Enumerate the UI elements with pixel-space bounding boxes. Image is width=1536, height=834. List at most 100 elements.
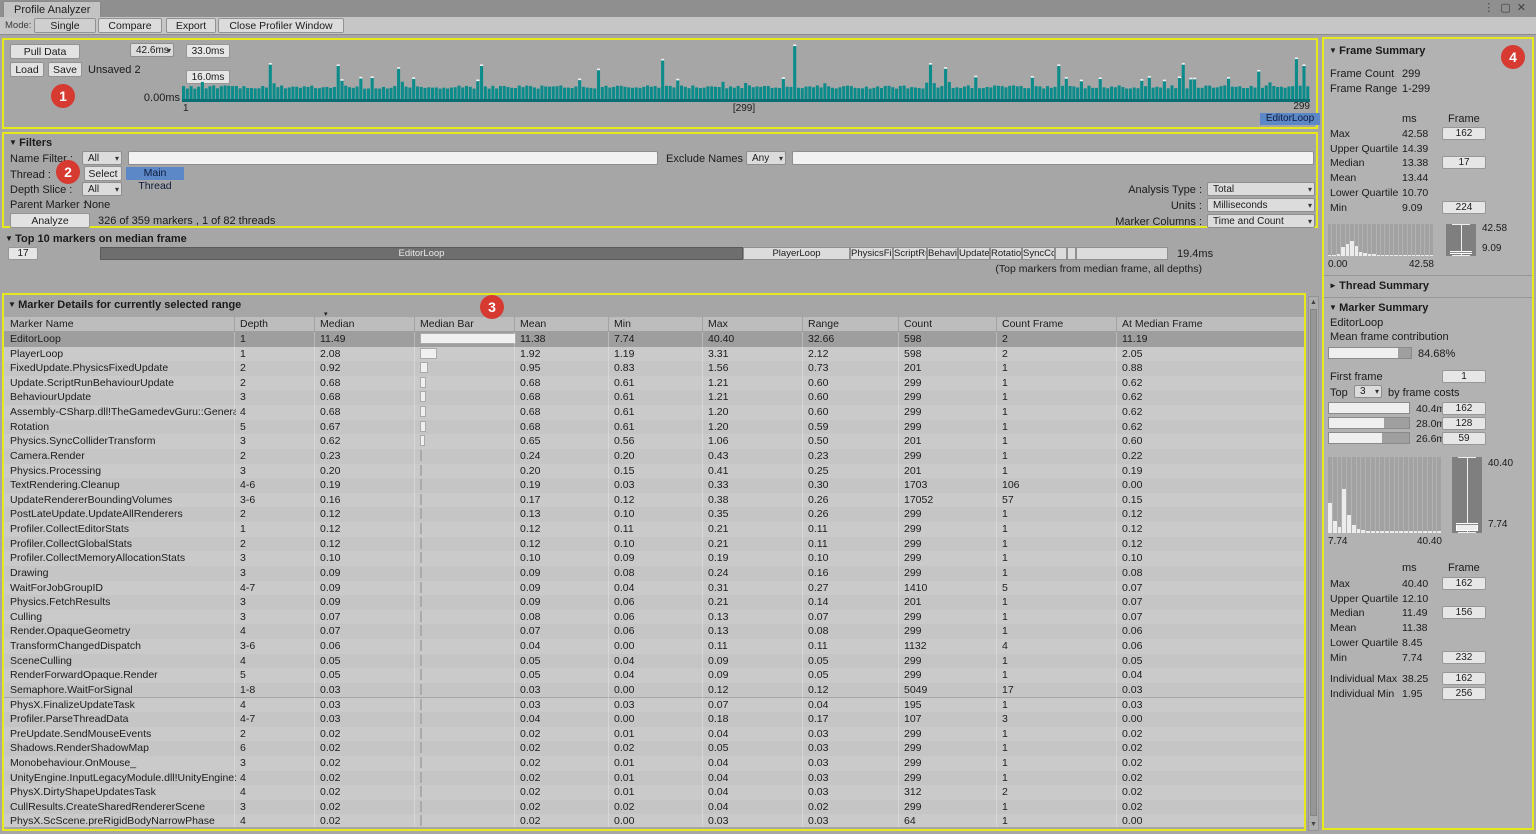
table-column-header[interactable]: Depth	[240, 318, 268, 330]
frame-summary-title[interactable]: Frame Summary	[1329, 45, 1425, 57]
table-row[interactable]: Culling30.070.080.060.130.0729910.07	[4, 610, 1304, 625]
table-column-header[interactable]: Mean	[520, 318, 546, 330]
marker-summary-title[interactable]: Marker Summary	[1329, 302, 1428, 314]
table-column-header[interactable]: Max	[708, 318, 728, 330]
exclude-mode-dropdown[interactable]: Any	[746, 151, 786, 165]
frame-summary-stat-frame-button[interactable]: 17	[1442, 156, 1486, 169]
table-row[interactable]: UnityEngine.InputLegacyModule.dll!UnityE…	[4, 771, 1304, 786]
table-row[interactable]: PhysX.DirtyShapeUpdatesTask40.020.020.01…	[4, 785, 1304, 800]
table-row[interactable]: PreUpdate.SendMouseEvents20.020.020.010.…	[4, 727, 1304, 742]
table-row[interactable]: BehaviourUpdate30.680.680.611.210.602991…	[4, 390, 1304, 405]
table-column-header[interactable]: Marker Name	[10, 318, 74, 330]
marker-summary-stat-frame-button[interactable]: 156	[1442, 606, 1486, 619]
table-column-header[interactable]: Count	[904, 318, 932, 330]
close-profiler-button[interactable]: Close Profiler Window	[218, 18, 344, 33]
table-column-header[interactable]: Count Frame	[1002, 318, 1063, 330]
units-dropdown[interactable]: Milliseconds	[1207, 198, 1315, 212]
exclude-names-input[interactable]	[792, 151, 1314, 165]
kebab-menu-icon[interactable]: ⋮	[1483, 2, 1500, 14]
thread-summary-title[interactable]: Thread Summary	[1329, 280, 1429, 292]
top10-depth-button[interactable]: 17	[8, 247, 38, 260]
tab-profile-analyzer[interactable]: Profile Analyzer	[3, 1, 101, 18]
name-filter-input[interactable]	[128, 151, 658, 165]
table-column-header[interactable]: Range	[808, 318, 839, 330]
table-row[interactable]: WaitForJobGroupID4-70.090.090.040.310.27…	[4, 581, 1304, 596]
table-row[interactable]: Physics.SyncColliderTransform30.620.650.…	[4, 434, 1304, 449]
table-row[interactable]: RenderForwardOpaque.Render50.050.050.040…	[4, 668, 1304, 683]
table-row[interactable]: TextRendering.Cleanup4-60.190.190.030.33…	[4, 478, 1304, 493]
top10-title[interactable]: Top 10 markers on median frame	[5, 233, 187, 245]
table-row[interactable]: CullResults.CreateSharedRendererScene30.…	[4, 800, 1304, 815]
analysis-type-dropdown[interactable]: Total	[1207, 182, 1315, 196]
top10-segment[interactable]: SyncCol	[1022, 247, 1055, 260]
marker-summary-individual-frame-button[interactable]: 162	[1442, 672, 1486, 685]
scrollbar-thumb[interactable]	[1310, 309, 1317, 816]
top-cost-frame-button[interactable]: 128	[1442, 417, 1486, 430]
mode-compare-button[interactable]: Compare	[98, 18, 162, 33]
table-row[interactable]: Semaphore.WaitForSignal1-80.030.030.000.…	[4, 683, 1304, 698]
depth-slice-dropdown[interactable]: All	[82, 182, 122, 196]
table-row[interactable]: Render.OpaqueGeometry40.070.070.060.130.…	[4, 624, 1304, 639]
top10-segment[interactable]	[1076, 247, 1168, 260]
table-row[interactable]: Profiler.CollectEditorStats10.120.120.11…	[4, 522, 1304, 537]
mode-single-button[interactable]: Single	[34, 18, 96, 33]
frame-duration-chart[interactable]	[182, 43, 1310, 102]
marker-summary-stat-frame-button[interactable]: 232	[1442, 651, 1486, 664]
thread-value-chip[interactable]: Main Thread	[126, 167, 184, 180]
scrollbar-down-icon[interactable]: ▼	[1309, 819, 1318, 830]
pull-data-button[interactable]: Pull Data	[10, 44, 80, 59]
scrollbar-up-icon[interactable]: ▲	[1309, 297, 1318, 308]
table-row[interactable]: PhysX.FinalizeUpdateTask40.030.030.030.0…	[4, 698, 1304, 713]
table-column-header[interactable]: Median	[320, 318, 354, 330]
name-filter-mode-dropdown[interactable]: All	[82, 151, 122, 165]
table-row[interactable]: Physics.FetchResults30.090.090.060.210.1…	[4, 595, 1304, 610]
top10-segment[interactable]: PlayerLoop	[743, 247, 850, 260]
table-row[interactable]: PhysX.ScScene.preRigidBodyNarrowPhase40.…	[4, 814, 1304, 827]
analyze-button[interactable]: Analyze	[10, 213, 90, 228]
table-row[interactable]: PostLateUpdate.UpdateAllRenderers20.120.…	[4, 507, 1304, 522]
table-column-header[interactable]: At Median Frame	[1122, 318, 1203, 330]
top10-segment[interactable]: PhysicsFixe(	[850, 247, 893, 260]
save-button[interactable]: Save	[48, 62, 82, 77]
table-row[interactable]: Rotation50.670.680.611.200.5929910.62	[4, 420, 1304, 435]
table-row[interactable]: EditorLoop111.4911.387.7440.4032.6659821…	[4, 332, 1304, 347]
table-row[interactable]: Update.ScriptRunBehaviourUpdate20.680.68…	[4, 376, 1304, 391]
table-row[interactable]: Profiler.CollectMemoryAllocationStats30.…	[4, 551, 1304, 566]
table-row[interactable]: UpdateRendererBoundingVolumes3-60.160.17…	[4, 493, 1304, 508]
top10-segment-editorloop[interactable]: EditorLoop	[100, 247, 743, 260]
thread-select-button[interactable]: Select	[84, 166, 122, 181]
table-row[interactable]: Drawing30.090.090.080.240.1629910.08	[4, 566, 1304, 581]
top10-segment[interactable]: ScriptRu(	[893, 247, 927, 260]
frame-summary-stat-frame-button[interactable]: 224	[1442, 201, 1486, 214]
load-button[interactable]: Load	[10, 62, 44, 77]
marker-columns-dropdown[interactable]: Time and Count	[1207, 214, 1315, 228]
marker-details-title[interactable]: Marker Details for currently selected ra…	[8, 299, 241, 311]
table-row[interactable]: Profiler.ParseThreadData4-70.030.040.000…	[4, 712, 1304, 727]
table-row[interactable]: TransformChangedDispatch3-60.060.040.000…	[4, 639, 1304, 654]
top-cost-frame-button[interactable]: 162	[1442, 402, 1486, 415]
table-row[interactable]: Camera.Render20.230.240.200.430.2329910.…	[4, 449, 1304, 464]
top10-segment[interactable]: Update()	[958, 247, 990, 260]
marker-summary-individual-frame-button[interactable]: 256	[1442, 687, 1486, 700]
table-row[interactable]: SceneCulling40.050.050.040.090.0529910.0…	[4, 654, 1304, 669]
selected-marker-chip[interactable]: EditorLoop	[1260, 113, 1320, 125]
table-column-header[interactable]: Min	[614, 318, 631, 330]
marker-summary-stat-frame-button[interactable]: 162	[1442, 577, 1486, 590]
range-dropdown[interactable]: 42.6ms	[130, 43, 174, 57]
table-row[interactable]: Physics.Processing30.200.200.150.410.252…	[4, 464, 1304, 479]
export-button[interactable]: Export	[166, 18, 216, 33]
top10-segment[interactable]: Behaviou(	[927, 247, 958, 260]
table-row[interactable]: PlayerLoop12.081.921.193.312.1259822.05	[4, 347, 1304, 362]
maximize-icon[interactable]: ▢	[1500, 2, 1516, 14]
top10-segment[interactable]	[1055, 247, 1067, 260]
table-row[interactable]: Assembly-CSharp.dll!TheGamedevGuru::Gene…	[4, 405, 1304, 420]
table-column-header[interactable]: Median Bar	[420, 318, 474, 330]
top-costs-count-dropdown[interactable]: 3	[1354, 385, 1382, 398]
top10-segment[interactable]: Rotation	[990, 247, 1022, 260]
close-icon[interactable]: ✕	[1517, 2, 1532, 14]
table-row[interactable]: FixedUpdate.PhysicsFixedUpdate20.920.950…	[4, 361, 1304, 376]
filters-title[interactable]: Filters	[9, 137, 52, 149]
top-cost-frame-button[interactable]: 59	[1442, 432, 1486, 445]
first-frame-button[interactable]: 1	[1442, 370, 1486, 383]
frame-summary-stat-frame-button[interactable]: 162	[1442, 127, 1486, 140]
